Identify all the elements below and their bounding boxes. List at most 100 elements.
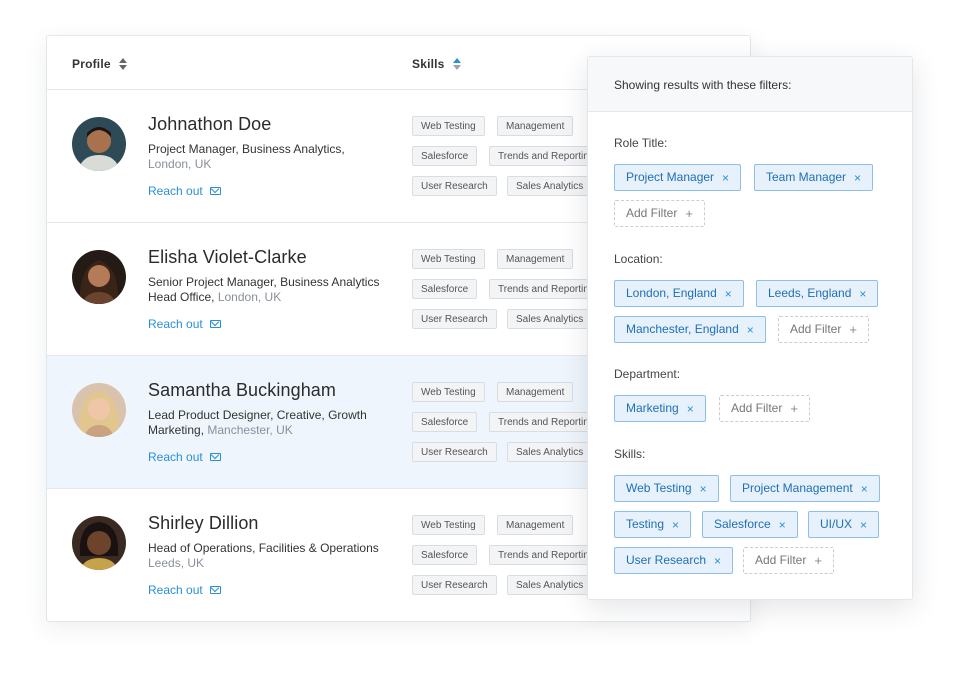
reach-out-link[interactable]: Reach out [148,184,221,198]
filter-chip[interactable]: Team Manager × [754,164,874,191]
close-icon[interactable]: × [854,172,861,184]
profile-role: Head of Operations, Facilities & Operati… [148,541,398,571]
chip-label: Web Testing [626,481,692,495]
chip-label: Project Manager [626,170,715,184]
close-icon[interactable]: × [672,519,679,531]
skill-tag: User Research [412,309,497,329]
role-text: Senior Project Manager, Business Analyti… [148,275,380,289]
chip-label: Marketing [626,401,679,415]
chip-label: Team Manager [766,170,847,184]
skill-tag: User Research [412,442,497,462]
profile-role: Senior Project Manager, Business Analyti… [148,275,398,305]
plus-icon: + [814,553,822,568]
filter-chip[interactable]: Marketing × [614,395,706,422]
skill-tag: Salesforce [412,146,478,166]
mail-icon [209,187,221,195]
chip-label: User Research [626,553,707,567]
add-filter-button[interactable]: Add Filter + [743,547,834,574]
filter-chip[interactable]: Manchester, England × [614,316,766,343]
add-filter-label: Add Filter [790,322,842,336]
role-title-label: Role Title: [614,136,668,150]
avatar [72,117,126,171]
location-text: London, UK [148,157,212,171]
chip-label: UI/UX [820,517,853,531]
filter-chip[interactable]: Web Testing × [614,475,719,502]
chip-label: London, England [626,286,717,300]
chip-label: Manchester, England [626,322,739,336]
plus-icon: + [790,401,798,416]
add-filter-label: Add Filter [626,206,678,220]
skill-tag: Salesforce [412,545,478,565]
sort-icon[interactable] [118,58,127,70]
skill-tag: Web Testing [412,515,485,535]
skill-tag: Web Testing [412,116,485,136]
location-text: Leeds, UK [148,556,205,570]
close-icon[interactable]: × [687,403,694,415]
mail-icon [209,586,221,594]
profile-name[interactable]: Shirley Dillion [148,513,259,534]
chip-label: Project Management [742,481,853,495]
filter-chip[interactable]: Leeds, England × [756,280,879,307]
skill-tag: Salesforce [412,412,478,432]
close-icon[interactable]: × [779,519,786,531]
close-icon[interactable]: × [725,288,732,300]
skill-tag: Sales Analytics [507,309,593,329]
close-icon[interactable]: × [859,288,866,300]
profile-header-label: Profile [72,57,111,71]
plus-icon: + [685,206,693,221]
role-text: Head Office, [148,290,215,304]
add-filter-button[interactable]: Add Filter + [719,395,810,422]
reach-out-link[interactable]: Reach out [148,450,221,464]
role-text: Lead Product Designer, Creative, Growth [148,408,367,422]
close-icon[interactable]: × [860,519,867,531]
skills-header-label: Skills [412,57,445,71]
profile-name[interactable]: Elisha Violet-Clarke [148,247,307,268]
add-filter-button[interactable]: Add Filter + [778,316,869,343]
reach-out-link[interactable]: Reach out [148,317,221,331]
plus-icon: + [849,322,857,337]
avatar [72,250,126,304]
close-icon[interactable]: × [714,555,721,567]
department-label: Department: [614,367,681,381]
skill-tag: Management [497,382,574,402]
role-text: Project Manager, Business Analytics, [148,142,345,156]
filter-chip[interactable]: User Research × [614,547,734,574]
skill-tag: Management [497,515,574,535]
skill-tag: Management [497,116,574,136]
skills-column-header[interactable]: Skills [412,57,461,71]
filter-chip[interactable]: UI/UX × [808,511,880,538]
chip-label: Leeds, England [768,286,852,300]
role-location-line: Marketing, Manchester, UK [148,423,398,438]
reach-out-link[interactable]: Reach out [148,583,221,597]
profile-column-header[interactable]: Profile [72,57,127,71]
skill-tag: Web Testing [412,249,485,269]
skill-tag: Management [497,249,574,269]
profile-role: Lead Product Designer, Creative, Growth … [148,408,398,438]
profile-name[interactable]: Johnathon Doe [148,114,271,135]
close-icon[interactable]: × [747,324,754,336]
filters-panel-title: Showing results with these filters: [588,57,912,112]
profile-role: Project Manager, Business Analytics, Lon… [148,142,398,172]
profile-name[interactable]: Samantha Buckingham [148,380,336,401]
add-filter-button[interactable]: Add Filter + [614,200,705,227]
skill-tag: User Research [412,176,497,196]
role-text: Marketing, [148,423,205,437]
avatar [72,383,126,437]
skill-tag: Sales Analytics [507,176,593,196]
close-icon[interactable]: × [722,172,729,184]
reach-out-label: Reach out [148,583,203,597]
close-icon[interactable]: × [861,483,868,495]
close-icon[interactable]: × [700,483,707,495]
skills-label: Skills: [614,447,646,461]
filter-chip[interactable]: Project Management × [730,475,880,502]
filter-chip[interactable]: London, England × [614,280,744,307]
location-text: Manchester, UK [207,423,293,437]
add-filter-label: Add Filter [755,553,807,567]
reach-out-label: Reach out [148,317,203,331]
filter-chip[interactable]: Testing × [614,511,692,538]
sort-icon[interactable] [452,58,461,70]
filters-panel: Showing results with these filters: Role… [587,56,913,600]
reach-out-label: Reach out [148,184,203,198]
filter-chip[interactable]: Salesforce × [702,511,798,538]
filter-chip[interactable]: Project Manager × [614,164,742,191]
